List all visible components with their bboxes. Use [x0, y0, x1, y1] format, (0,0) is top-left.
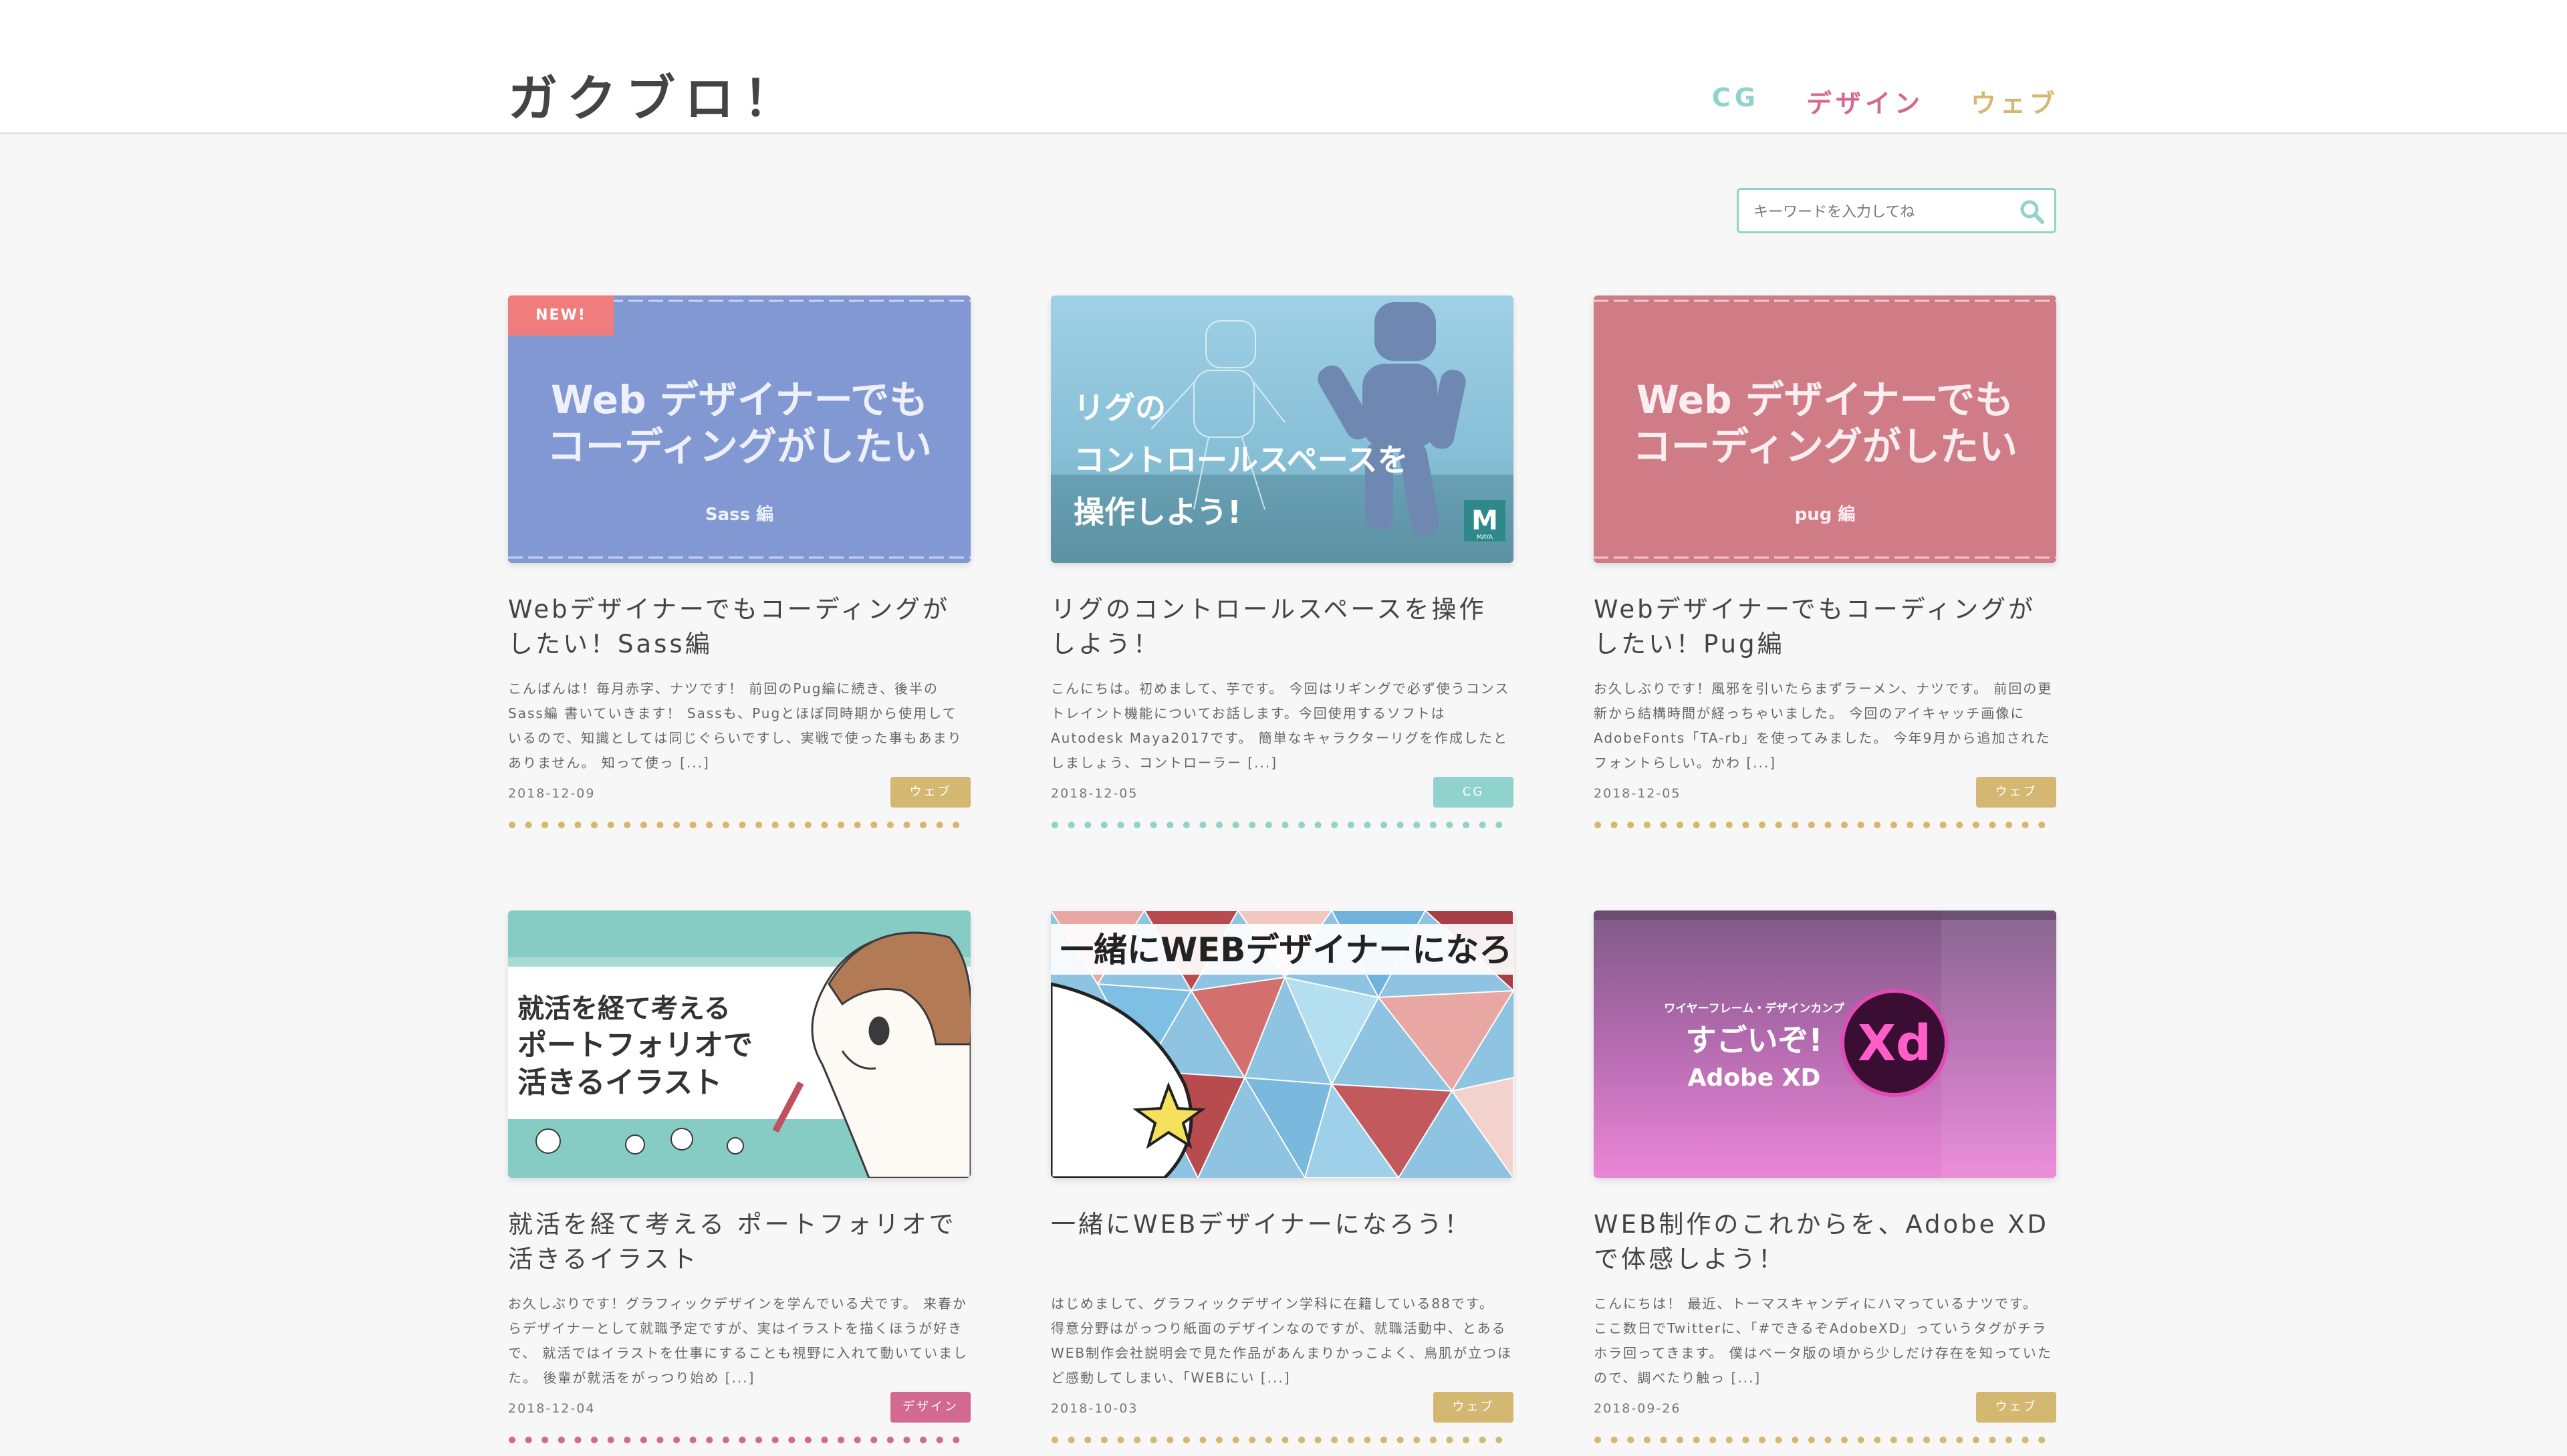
- site-logo[interactable]: ガクブロ！: [508, 59, 802, 130]
- post-card[interactable]: 一緒にWEBデザイナーになろ 一緒にWEBデザイナーになろう！ はじめまして、グ…: [1051, 911, 1517, 1447]
- thumb-line-2: コーディングがしたい: [1632, 424, 2018, 469]
- category-tag[interactable]: ウェブ: [1433, 1392, 1513, 1423]
- adobe-xd-logo-icon: Xd: [1858, 1015, 1931, 1072]
- category-tag[interactable]: ウェブ: [890, 777, 971, 808]
- post-excerpt: こんにちは！ 最近、トーマスキャンディにハマっているナツです。 ここ数日でTwi…: [1594, 1296, 2052, 1386]
- dotted-divider: [1052, 1437, 1517, 1443]
- post-thumbnail[interactable]: リグの コントロールスペースを 操作しよう! M MAYA: [1051, 295, 1513, 563]
- post-title[interactable]: 一緒にWEBデザイナーになろう！: [1051, 1207, 1513, 1277]
- post-card[interactable]: Web デザイナーでも コーディングがしたい pug 編 Webデザイナーでもコ…: [1594, 295, 2060, 832]
- thumb-line-2: ポートフォリオで: [517, 1028, 753, 1062]
- post-card[interactable]: ワイヤーフレーム・デザインカンプ すごいぞ! Adobe XD Xd WEB制作…: [1594, 911, 2060, 1447]
- category-tag[interactable]: CG: [1433, 777, 1513, 808]
- thumb-line-1: 就活を経て考える: [517, 993, 731, 1024]
- thumb-line-3: Sass 編: [705, 504, 773, 525]
- maya-logo-icon: M: [1471, 505, 1498, 536]
- nav-cg[interactable]: CG: [1712, 83, 1759, 120]
- post-meta: 2018-12-09 ウェブ: [508, 777, 971, 809]
- post-card[interactable]: Web デザイナーでも コーディングがしたい Sass 編 NEW! Webデザ…: [508, 295, 974, 832]
- thumb-line-3: 活きるイラスト: [517, 1066, 722, 1100]
- post-date: 2018-12-05: [1051, 786, 1138, 801]
- dotted-divider: [509, 822, 974, 828]
- nav-web[interactable]: ウェブ: [1971, 83, 2059, 120]
- post-excerpt: こんにちは。初めまして、芋です。 今回はリギングで必ず使うコンストレイント機能に…: [1051, 681, 1510, 771]
- post-meta: 2018-12-05 ウェブ: [1594, 777, 2056, 809]
- thumb-line-1: 一緒にWEBデザイナーになろ: [1060, 931, 1512, 969]
- dotted-divider: [1052, 822, 1517, 828]
- search-input[interactable]: [1752, 197, 2009, 227]
- post-title[interactable]: WEB制作のこれからを、Adobe XDで体感しよう！: [1594, 1207, 2056, 1277]
- post-thumbnail[interactable]: 就活を経て考える ポートフォリオで 活きるイラスト: [508, 911, 971, 1178]
- maya-logo-text: MAYA: [1477, 534, 1493, 541]
- dotted-divider: [509, 1437, 974, 1443]
- thumb-line-2: すごいぞ!: [1686, 1022, 1823, 1058]
- search-box: [1737, 188, 2056, 233]
- post-excerpt: お久しぶりです！グラフィックデザインを学んでいる犬です。 来春からデザイナーとし…: [508, 1296, 969, 1386]
- post-excerpt: はじめまして、グラフィックデザイン学科に在籍している88です。 得意分野はがっつ…: [1051, 1296, 1513, 1386]
- thumb-line-1: Web デザイナーでも: [551, 377, 928, 422]
- post-title[interactable]: Webデザイナーでもコーディングがしたい！Pug編: [1594, 592, 2056, 662]
- dotted-divider: [1594, 822, 2060, 828]
- post-date: 2018-12-05: [1594, 786, 1681, 801]
- post-meta: 2018-09-26 ウェブ: [1594, 1392, 2056, 1424]
- thumb-line-1: Web デザイナーでも: [1636, 377, 2013, 422]
- post-thumbnail[interactable]: Web デザイナーでも コーディングがしたい Sass 編 NEW!: [508, 295, 971, 563]
- category-tag[interactable]: デザイン: [890, 1392, 971, 1423]
- post-card[interactable]: 就活を経て考える ポートフォリオで 活きるイラスト 就活を経て考える ポートフォ…: [508, 911, 974, 1447]
- post-date: 2018-12-09: [508, 786, 596, 801]
- post-thumbnail[interactable]: 一緒にWEBデザイナーになろ: [1051, 911, 1513, 1178]
- post-date: 2018-10-03: [1051, 1401, 1138, 1416]
- thumb-line-3: pug 編: [1795, 504, 1856, 525]
- post-thumbnail[interactable]: ワイヤーフレーム・デザインカンプ すごいぞ! Adobe XD Xd: [1594, 911, 2056, 1178]
- post-card[interactable]: リグの コントロールスペースを 操作しよう! M MAYA リグのコントロールス…: [1051, 295, 1517, 832]
- category-tag[interactable]: ウェブ: [1976, 777, 2056, 808]
- post-meta: 2018-12-04 デザイン: [508, 1392, 971, 1424]
- post-meta: 2018-12-05 CG: [1051, 777, 1513, 809]
- thumb-line-3: 操作しよう!: [1074, 494, 1241, 530]
- search-icon[interactable]: [2020, 199, 2045, 225]
- post-title[interactable]: 就活を経て考える ポートフォリオで活きるイラスト: [508, 1207, 971, 1277]
- post-thumbnail[interactable]: Web デザイナーでも コーディングがしたい pug 編: [1594, 295, 2056, 563]
- thumb-line-1: リグの: [1074, 390, 1166, 426]
- post-date: 2018-09-26: [1594, 1401, 1681, 1416]
- post-meta: 2018-10-03 ウェブ: [1051, 1392, 1513, 1424]
- new-badge: NEW!: [508, 295, 614, 336]
- thumb-line-1: ワイヤーフレーム・デザインカンプ: [1664, 1001, 1844, 1015]
- thumb-line-2: コントロールスペースを: [1074, 442, 1408, 478]
- category-tag[interactable]: ウェブ: [1976, 1392, 2056, 1423]
- post-title[interactable]: Webデザイナーでもコーディングがしたい！Sass編: [508, 592, 971, 662]
- post-excerpt: お久しぶりです！風邪を引いたらまずラーメン、ナツです。 前回の更新から結構時間が…: [1594, 681, 2053, 771]
- dotted-divider: [1594, 1437, 2060, 1443]
- thumb-line-2: コーディングがしたい: [547, 424, 932, 469]
- site-header: ガクブロ！ CG デザイン ウェブ: [0, 0, 2567, 134]
- nav-design[interactable]: デザイン: [1806, 83, 1924, 120]
- category-nav: CG デザイン ウェブ: [1712, 83, 2059, 120]
- thumb-line-3: Adobe XD: [1688, 1064, 1821, 1092]
- post-date: 2018-12-04: [508, 1401, 596, 1416]
- post-title[interactable]: リグのコントロールスペースを操作しよう！: [1051, 592, 1513, 662]
- post-excerpt: こんばんは！毎月赤字、ナツです！ 前回のPug編に続き、後半のSass編 書いて…: [508, 681, 963, 771]
